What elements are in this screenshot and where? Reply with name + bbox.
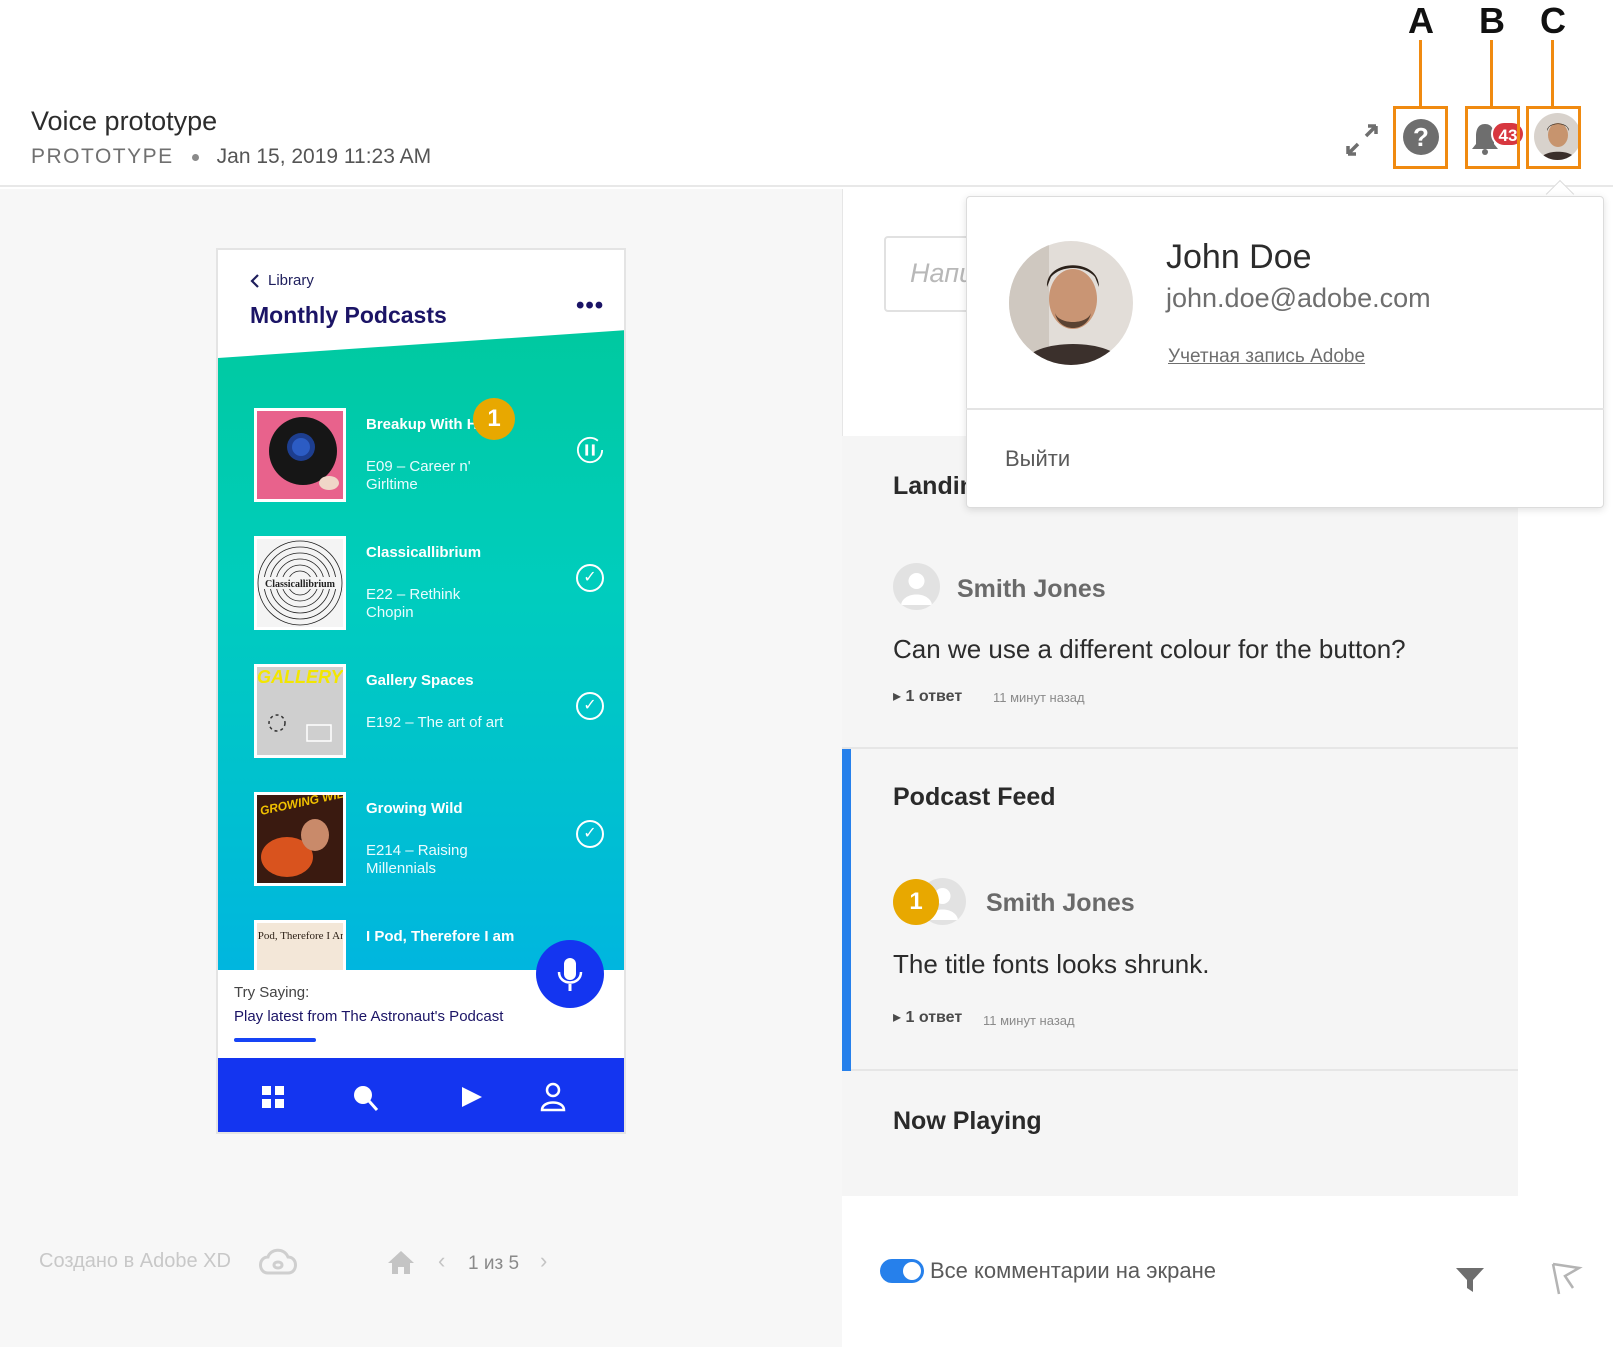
document-date: Jan 15, 2019 11:23 AM — [216, 145, 432, 168]
comment-group-now-playing[interactable]: Now Playing — [842, 1071, 1518, 1196]
creative-cloud-icon — [259, 1248, 297, 1275]
comment-time: 11 минут назад — [983, 1013, 1075, 1028]
callout-box-b — [1465, 106, 1520, 169]
comment-marker[interactable]: 1 — [473, 398, 515, 440]
made-with-label: Создано в Adobe XD — [39, 1250, 231, 1272]
callout-line-b — [1490, 40, 1493, 106]
grid-icon[interactable] — [256, 1080, 290, 1114]
back-link[interactable]: Library — [250, 272, 314, 289]
podcast-item[interactable]: Classicallibrium Classicallibrium E22 – … — [254, 536, 614, 632]
podcast-name: Breakup With H — [366, 416, 478, 433]
concentric-circles-art-icon: Classicallibrium — [257, 539, 343, 627]
flag-icon[interactable] — [1549, 1262, 1583, 1296]
profile-photo-icon — [1009, 241, 1133, 365]
comment-group-title: Podcast Feed — [893, 783, 1056, 811]
art-title-text: I Pod, Therefore I Am — [257, 930, 343, 942]
previous-screen-button[interactable]: ‹ — [438, 1248, 445, 1274]
podcast-artwork — [254, 408, 346, 502]
callout-box-c — [1526, 106, 1581, 169]
comment-text: The title fonts looks shrunk. — [893, 949, 1210, 979]
phone-page-title: Monthly Podcasts — [250, 302, 447, 328]
phone-artboard[interactable]: Library Monthly Podcasts ••• Breakup Wit… — [216, 248, 626, 1134]
gallery-art-icon: GALLERY SPACES — [257, 667, 343, 755]
back-link-label: Library — [268, 272, 314, 289]
document-title: Voice prototype — [31, 106, 218, 136]
adobe-account-link[interactable]: Учетная запись Adobe — [1168, 346, 1365, 368]
callout-label-a: A — [1408, 0, 1434, 41]
profile-avatar — [1009, 241, 1133, 365]
podcast-episode: E192 – The art of art — [366, 714, 504, 731]
podcast-item[interactable]: GROWING WILD Growing Wild E214 – Raising… — [254, 792, 614, 888]
profile-name: John Doe — [1166, 238, 1312, 276]
home-icon[interactable] — [386, 1249, 416, 1275]
screen-pager: 1 из 5 — [468, 1253, 520, 1274]
show-all-comments-toggle[interactable] — [880, 1259, 924, 1283]
comment-group-title: Now Playing — [893, 1107, 1042, 1135]
podcast-name: Growing Wild — [366, 800, 463, 817]
callout-label-b: B — [1479, 0, 1505, 41]
reply-count[interactable]: ▸ 1 ответ — [893, 1007, 962, 1027]
profile-email: john.doe@adobe.com — [1166, 283, 1431, 313]
podcast-artwork: GALLERY SPACES — [254, 664, 346, 758]
popover-divider — [966, 408, 1604, 410]
profile-icon[interactable] — [536, 1080, 570, 1114]
growing-wild-art-icon: GROWING WILD — [257, 795, 343, 883]
pause-circle-icon[interactable] — [576, 436, 604, 464]
sign-out-button[interactable]: Выйти — [1005, 446, 1070, 472]
podcast-name: I Pod, Therefore I am — [366, 928, 515, 945]
more-menu-icon[interactable]: ••• — [576, 292, 604, 320]
podcast-item[interactable]: Breakup With H E09 – Career n' Girltime — [254, 408, 614, 504]
podcast-artwork: Classicallibrium — [254, 536, 346, 630]
comment-author: Smith Jones — [986, 889, 1135, 917]
comment-author: Smith Jones — [957, 575, 1106, 603]
voice-hint-label: Try Saying: — [234, 984, 310, 1001]
app-header: Voice prototype PROTOTYPE Jan 15, 2019 1… — [0, 0, 1613, 187]
next-screen-button[interactable]: › — [540, 1248, 547, 1274]
filter-icon[interactable] — [1454, 1264, 1486, 1296]
check-circle-icon[interactable]: ✓ — [576, 564, 604, 592]
podcast-name: Classicallibrium — [366, 544, 482, 561]
podcast-name: Gallery Spaces — [366, 672, 474, 689]
callout-line-a — [1419, 40, 1422, 106]
comment-marker[interactable]: 1 — [893, 879, 939, 925]
art-title-text: GALLERY SPACES — [257, 667, 343, 687]
callout-label-c: C — [1540, 0, 1566, 41]
art-title-text: Classicallibrium — [265, 579, 336, 590]
microphone-button[interactable] — [536, 940, 604, 1008]
reply-count-label: 1 ответ — [905, 1009, 963, 1026]
document-type: PROTOTYPE — [31, 145, 174, 168]
check-circle-icon[interactable]: ✓ — [576, 692, 604, 720]
voice-hint-phrase: Play latest from The Astronaut's Podcast — [234, 1008, 504, 1025]
reply-count-label: 1 ответ — [905, 688, 963, 705]
podcast-artwork: GROWING WILD — [254, 792, 346, 886]
podcast-episode: E214 – Raising Millennials — [366, 842, 468, 877]
microphone-icon — [557, 958, 583, 991]
comment-group-podcast-feed[interactable]: Podcast Feed 1 Smith Jones The title fon… — [842, 749, 1518, 1071]
active-group-indicator — [842, 749, 851, 1071]
document-meta: PROTOTYPE Jan 15, 2019 11:23 AM — [31, 145, 431, 169]
comment-text: Can we use a different colour for the bu… — [893, 634, 1406, 664]
search-icon[interactable] — [348, 1080, 382, 1114]
magic-ball-art-icon — [257, 411, 343, 499]
podcast-item[interactable]: GALLERY SPACES Gallery Spaces E192 – The… — [254, 664, 614, 760]
callout-line-c — [1551, 40, 1554, 106]
podcast-episode: E09 – Career n' Girltime — [366, 458, 471, 493]
phone-tab-bar — [218, 1058, 624, 1132]
user-silhouette-icon — [901, 573, 932, 605]
comment-time: 11 минут назад — [993, 690, 1085, 705]
reply-count[interactable]: ▸ 1 ответ — [893, 686, 962, 706]
voice-progress-bar — [234, 1038, 316, 1042]
play-icon[interactable] — [454, 1080, 488, 1114]
user-avatar-placeholder — [893, 563, 940, 610]
meta-separator — [191, 153, 199, 161]
callout-box-a — [1393, 106, 1448, 169]
chevron-left-icon — [250, 273, 259, 288]
check-circle-icon[interactable]: ✓ — [576, 820, 604, 848]
podcast-episode: E22 – Rethink Chopin — [366, 586, 461, 621]
fullscreen-icon[interactable] — [1344, 122, 1380, 158]
show-all-comments-label: Все комментарии на экране — [930, 1258, 1216, 1283]
